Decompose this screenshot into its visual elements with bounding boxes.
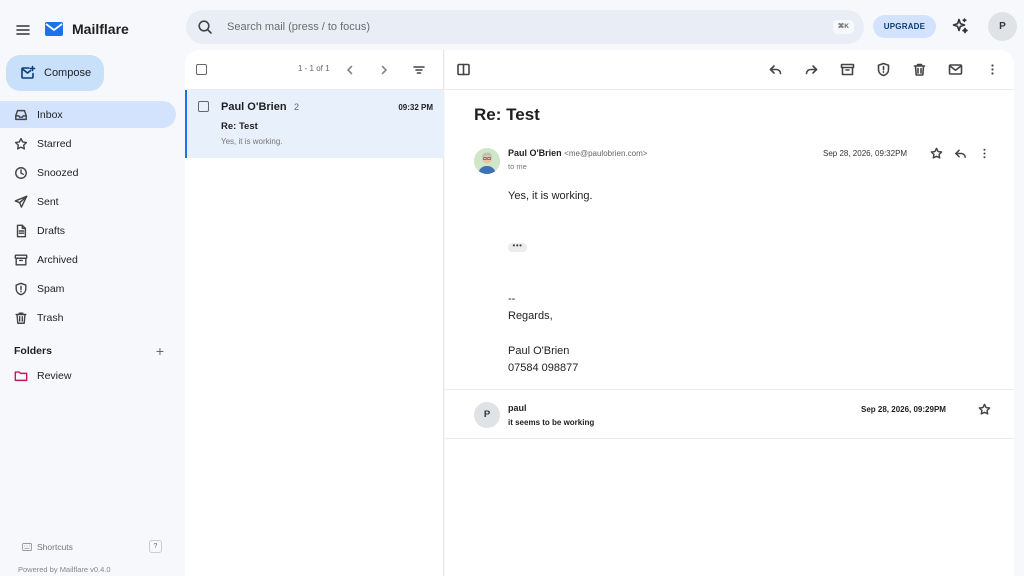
message-subject: Re: Test bbox=[221, 121, 258, 132]
user-avatar[interactable]: P bbox=[988, 12, 1017, 41]
chevron-right-icon[interactable] bbox=[377, 63, 391, 77]
filter-icon[interactable] bbox=[412, 63, 426, 77]
forward-icon[interactable] bbox=[804, 62, 819, 77]
trash-icon[interactable] bbox=[912, 62, 927, 77]
more-vertical-icon[interactable] bbox=[978, 147, 991, 160]
shield-icon bbox=[15, 282, 27, 295]
search-input[interactable]: Search mail (press / to focus) bbox=[227, 21, 370, 33]
sidebar-item-label: Snoozed bbox=[37, 166, 79, 179]
select-all-checkbox[interactable] bbox=[196, 64, 207, 75]
message-time: 09:32 PM bbox=[398, 103, 433, 112]
sidebar-item-archived[interactable]: Archived bbox=[0, 246, 176, 273]
message-from: Paul O'Brien <me@paulobrien.com> bbox=[508, 148, 647, 158]
compose-button[interactable]: Compose bbox=[6, 55, 104, 91]
list-item[interactable]: Paul O'Brien 2 09:32 PM Re: Test Yes, it… bbox=[185, 90, 444, 158]
star-icon bbox=[14, 137, 28, 150]
compose-icon bbox=[21, 65, 36, 79]
sidebar-item-label: Sent bbox=[37, 195, 59, 208]
clock-icon bbox=[15, 166, 27, 179]
app-name: Mailflare bbox=[72, 21, 129, 37]
message-sender: Paul O'Brien bbox=[221, 101, 287, 113]
sidebar-item-label: Drafts bbox=[37, 224, 66, 237]
sidebar-item-label: Inbox bbox=[37, 108, 63, 121]
shortcuts-button[interactable]: Shortcuts ? bbox=[22, 540, 162, 553]
mailflare-logo-icon bbox=[44, 19, 64, 39]
search-bar[interactable]: Search mail (press / to focus) ⌘K bbox=[186, 10, 864, 44]
star-icon[interactable] bbox=[978, 403, 991, 416]
list-toolbar: 1 - 1 of 1 bbox=[185, 50, 444, 90]
sidebar-item-starred[interactable]: Starred bbox=[0, 130, 176, 157]
more-vertical-icon[interactable] bbox=[985, 62, 1000, 77]
thread-title: Re: Test bbox=[474, 105, 540, 124]
message-date: Sep 28, 2026, 09:29PM bbox=[861, 405, 946, 414]
message-preview: Yes, it is working. bbox=[221, 137, 283, 146]
signature-name: Paul O'Brien bbox=[508, 345, 570, 357]
archive-icon bbox=[14, 253, 28, 266]
folders-header: Folders + bbox=[14, 343, 164, 359]
reading-pane: Re: Test Paul O'Brien <me@paulobrien.com… bbox=[445, 50, 1014, 576]
avatar bbox=[474, 148, 500, 174]
folders-heading: Folders bbox=[14, 345, 52, 357]
sender-address: <me@paulobrien.com> bbox=[564, 149, 648, 158]
mark-unread-icon[interactable] bbox=[948, 62, 963, 77]
sidebar: Mailflare Compose Inbox Starred Snoozed … bbox=[0, 0, 185, 576]
search-icon bbox=[197, 19, 213, 35]
reply-icon[interactable] bbox=[768, 62, 783, 77]
shortcuts-key: ? bbox=[149, 540, 162, 553]
powered-by: Powered by Mailflare v0.4.0 bbox=[18, 565, 111, 574]
sidebar-item-sent[interactable]: Sent bbox=[0, 188, 176, 215]
folder-label: Review bbox=[37, 370, 72, 382]
folder-item-review[interactable]: Review bbox=[14, 369, 71, 383]
spam-shield-icon[interactable] bbox=[876, 62, 891, 77]
search-shortcut-badge: ⌘K bbox=[832, 20, 854, 34]
add-folder-button[interactable]: + bbox=[156, 343, 164, 359]
nav-list: Inbox Starred Snoozed Sent Drafts Archiv… bbox=[0, 101, 185, 333]
reply-icon[interactable] bbox=[954, 147, 967, 160]
message-date: Sep 28, 2026, 09:32PM bbox=[823, 149, 908, 158]
show-trimmed-button[interactable]: ••• bbox=[508, 242, 527, 252]
upgrade-button[interactable]: UPGRADE bbox=[873, 15, 936, 38]
signature-regards: Regards, bbox=[508, 310, 553, 322]
message-checkbox[interactable] bbox=[198, 101, 209, 112]
compose-label: Compose bbox=[44, 67, 92, 79]
folder-icon bbox=[14, 371, 28, 382]
message-divider bbox=[445, 438, 1014, 439]
sidebar-item-trash[interactable]: Trash bbox=[0, 304, 176, 331]
star-icon[interactable] bbox=[930, 147, 943, 160]
signature-dash: -- bbox=[508, 293, 516, 305]
sidebar-item-label: Archived bbox=[37, 253, 78, 266]
menu-icon[interactable] bbox=[14, 21, 32, 39]
shortcuts-label: Shortcuts bbox=[37, 541, 73, 552]
sidebar-item-label: Spam bbox=[37, 282, 65, 295]
sidebar-item-label: Starred bbox=[37, 137, 72, 150]
collapsed-message[interactable]: P paul it seems to be working Sep 28, 20… bbox=[445, 390, 1014, 438]
message-body: Yes, it is working. bbox=[508, 190, 593, 202]
sender-name: paul bbox=[508, 403, 527, 413]
avatar: P bbox=[474, 402, 500, 428]
trash-icon bbox=[15, 311, 27, 324]
draft-icon bbox=[16, 224, 27, 237]
message-preview: it seems to be working bbox=[508, 418, 595, 427]
thread-count: 2 bbox=[294, 102, 300, 112]
sidebar-item-snoozed[interactable]: Snoozed bbox=[0, 159, 176, 186]
sidebar-item-drafts[interactable]: Drafts bbox=[0, 217, 176, 244]
message-list-pane: 1 - 1 of 1 Paul O'Brien 2 09:32 PM Re: T… bbox=[185, 50, 444, 576]
pager-text: 1 - 1 of 1 bbox=[298, 64, 330, 73]
inbox-icon bbox=[15, 109, 27, 120]
split-view-icon[interactable] bbox=[456, 62, 471, 77]
message-recipient: to me bbox=[508, 162, 527, 171]
sidebar-item-inbox[interactable]: Inbox bbox=[0, 101, 176, 128]
sidebar-item-label: Trash bbox=[37, 311, 64, 324]
send-icon bbox=[14, 195, 28, 208]
sender-name: Paul O'Brien bbox=[508, 148, 562, 158]
reading-toolbar bbox=[445, 50, 1014, 90]
chevron-left-icon[interactable] bbox=[343, 63, 357, 77]
sidebar-item-spam[interactable]: Spam bbox=[0, 275, 176, 302]
sparkle-icon[interactable] bbox=[951, 17, 969, 35]
keyboard-icon bbox=[22, 542, 32, 551]
archive-icon[interactable] bbox=[840, 62, 855, 77]
signature-phone: 07584 098877 bbox=[508, 362, 579, 374]
